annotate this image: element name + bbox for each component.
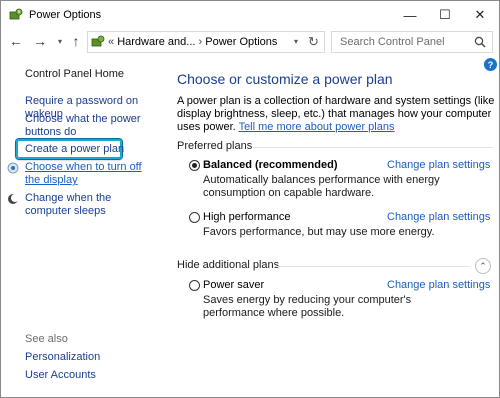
high-performance-radio[interactable] [189, 212, 200, 223]
navigation-bar: ← → ▾ ↑ « Hardware and... › Power Option… [1, 29, 499, 55]
minimize-icon[interactable]: — [393, 1, 427, 29]
hide-additional-plans-label[interactable]: Hide additional plans [177, 259, 279, 271]
forward-arrow-icon[interactable]: → [31, 32, 49, 50]
control-panel-icon [91, 35, 105, 47]
breadcrumb-overflow[interactable]: « [108, 36, 114, 48]
additional-plans-divider [273, 266, 469, 267]
breadcrumb-separator[interactable]: › [199, 36, 203, 48]
address-bar[interactable]: « Hardware and... › Power Options ▾ ↻ [87, 31, 325, 53]
search-icon [474, 36, 486, 48]
search-input[interactable]: Search Control Panel [331, 31, 493, 53]
high-performance-plan-name[interactable]: High performance [203, 211, 290, 223]
sidebar-item-create-power-plan[interactable]: Create a power plan [25, 143, 124, 156]
address-dropdown-icon[interactable]: ▾ [294, 37, 298, 46]
sidebar-item-control-panel-home[interactable]: Control Panel Home [25, 68, 124, 81]
balanced-plan-description: Automatically balances performance with … [203, 174, 440, 199]
power-saver-radio[interactable] [189, 280, 200, 291]
balanced-plan-name[interactable]: Balanced (recommended) [203, 159, 337, 171]
close-icon[interactable]: ✕ [463, 1, 497, 29]
window-title: Power Options [29, 9, 102, 21]
refresh-icon[interactable]: ↻ [308, 34, 319, 50]
back-arrow-icon[interactable]: ← [7, 32, 25, 50]
breadcrumb-power-options[interactable]: Power Options [205, 36, 277, 48]
sidebar: Control Panel Home Require a password on… [1, 55, 169, 395]
sidebar-item-personalization[interactable]: Personalization [25, 351, 100, 364]
balanced-radio[interactable] [189, 160, 200, 171]
power-options-icon [9, 8, 23, 20]
breadcrumb-hardware[interactable]: Hardware and... [117, 36, 195, 48]
high-performance-plan-description: Favors performance, but may use more ene… [203, 226, 435, 238]
tell-me-more-link[interactable]: Tell me more about power plans [239, 121, 395, 133]
sleep-icon [8, 194, 19, 204]
title-bar: Power Options — ☐ ✕ [1, 1, 499, 29]
power-options-window: Power Options — ☐ ✕ ← → ▾ ↑ « Hardware a… [0, 0, 500, 398]
display-icon [7, 162, 19, 174]
high-performance-change-settings-link[interactable]: Change plan settings [387, 211, 490, 223]
intro-text: A power plan is a collection of hardware… [177, 95, 495, 134]
see-also-label: See also [25, 333, 68, 345]
maximize-icon[interactable]: ☐ [428, 1, 462, 29]
sidebar-item-user-accounts[interactable]: User Accounts [25, 369, 96, 382]
preferred-plans-divider [253, 147, 493, 148]
main-content: Choose or customize a power plan A power… [169, 55, 499, 395]
sidebar-item-turn-off-display[interactable]: Choose when to turn off the display [25, 161, 155, 187]
search-placeholder: Search Control Panel [340, 36, 445, 48]
up-arrow-icon[interactable]: ↑ [67, 32, 85, 50]
chevron-up-icon[interactable]: ⌃ [475, 258, 491, 274]
breadcrumb: « Hardware and... › Power Options [108, 36, 277, 48]
preferred-plans-label: Preferred plans [177, 140, 253, 152]
balanced-change-settings-link[interactable]: Change plan settings [387, 159, 490, 171]
sidebar-item-power-buttons[interactable]: Choose what the power buttons do [25, 113, 165, 139]
power-saver-plan-description: Saves energy by reducing your computer's… [203, 294, 412, 319]
page-title: Choose or customize a power plan [177, 71, 393, 87]
power-saver-plan-name[interactable]: Power saver [203, 279, 264, 291]
sidebar-item-computer-sleeps[interactable]: Change when the computer sleeps [25, 192, 155, 218]
power-saver-change-settings-link[interactable]: Change plan settings [387, 279, 490, 291]
